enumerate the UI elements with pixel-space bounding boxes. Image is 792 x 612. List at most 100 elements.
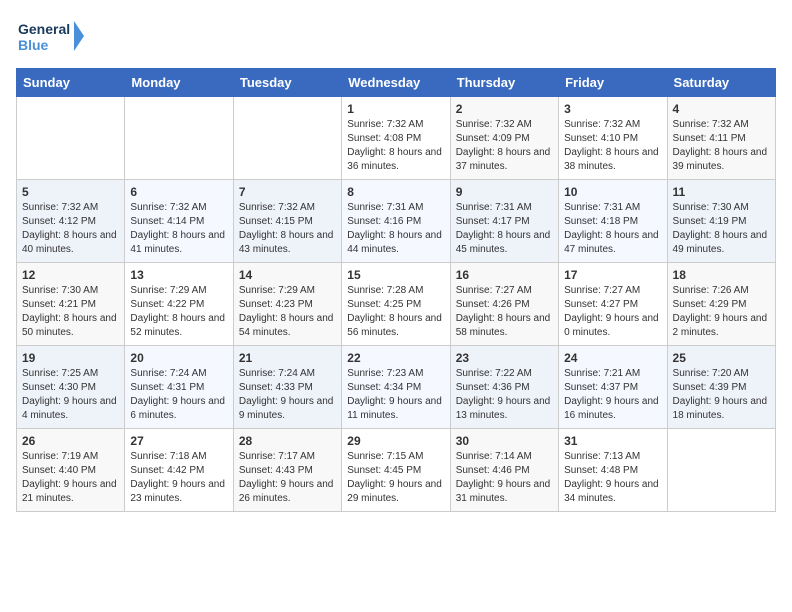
day-number: 31 (564, 434, 661, 448)
day-info: Sunrise: 7:32 AM Sunset: 4:14 PM Dayligh… (130, 201, 227, 257)
day-number: 20 (130, 351, 227, 365)
day-info: Sunrise: 7:30 AM Sunset: 4:21 PM Dayligh… (22, 284, 119, 340)
calendar-cell: 5 Sunrise: 7:32 AM Sunset: 4:12 PM Daylig… (17, 180, 125, 263)
calendar-cell: 24Sunrise: 7:21 AM Sunset: 4:37 PM Dayli… (559, 346, 667, 429)
calendar-cell: 1 Sunrise: 7:32 AM Sunset: 4:08 PM Daylig… (342, 97, 450, 180)
calendar-header: SundayMondayTuesdayWednesdayThursdayFrid… (17, 69, 776, 97)
day-info: Sunrise: 7:32 AM Sunset: 4:12 PM Dayligh… (22, 201, 119, 257)
calendar-cell: 26 Sunrise: 7:19 AM Sunset: 4:40 PM Dayli… (17, 429, 125, 512)
calendar-cell: 15 Sunrise: 7:28 AM Sunset: 4:25 PM Dayli… (342, 263, 450, 346)
calendar-cell: 16 Sunrise: 7:27 AM Sunset: 4:26 PM Dayli… (450, 263, 558, 346)
day-number: 15 (347, 268, 444, 282)
header-row: SundayMondayTuesdayWednesdayThursdayFrid… (17, 69, 776, 97)
calendar-cell (667, 429, 775, 512)
calendar-cell: 6Sunrise: 7:32 AM Sunset: 4:14 PM Daylig… (125, 180, 233, 263)
day-number: 21 (239, 351, 336, 365)
calendar-table: SundayMondayTuesdayWednesdayThursdayFrid… (16, 68, 776, 512)
day-info: Sunrise: 7:29 AM Sunset: 4:22 PM Dayligh… (130, 284, 227, 340)
page-header: GeneralBlue (16, 16, 776, 58)
calendar-cell: 2 Sunrise: 7:32 AM Sunset: 4:09 PM Daylig… (450, 97, 558, 180)
day-info: Sunrise: 7:27 AM Sunset: 4:26 PM Dayligh… (456, 284, 553, 340)
calendar-cell: 22 Sunrise: 7:23 AM Sunset: 4:34 PM Dayli… (342, 346, 450, 429)
calendar-body: 1 Sunrise: 7:32 AM Sunset: 4:08 PM Daylig… (17, 97, 776, 512)
day-number: 9 (456, 185, 553, 199)
calendar-cell: 11 Sunrise: 7:30 AM Sunset: 4:19 PM Dayli… (667, 180, 775, 263)
day-info: Sunrise: 7:24 AM Sunset: 4:33 PM Dayligh… (239, 367, 336, 423)
day-number: 24 (564, 351, 661, 365)
day-number: 1 (347, 102, 444, 116)
day-number: 8 (347, 185, 444, 199)
day-number: 13 (130, 268, 227, 282)
day-number: 29 (347, 434, 444, 448)
calendar-cell: 30 Sunrise: 7:14 AM Sunset: 4:46 PM Dayli… (450, 429, 558, 512)
day-number: 4 (673, 102, 770, 116)
day-info: Sunrise: 7:18 AM Sunset: 4:42 PM Dayligh… (130, 450, 227, 506)
day-info: Sunrise: 7:23 AM Sunset: 4:34 PM Dayligh… (347, 367, 444, 423)
day-number: 30 (456, 434, 553, 448)
day-number: 25 (673, 351, 770, 365)
day-number: 22 (347, 351, 444, 365)
day-number: 26 (22, 434, 119, 448)
day-number: 28 (239, 434, 336, 448)
day-number: 3 (564, 102, 661, 116)
week-row-1: 1 Sunrise: 7:32 AM Sunset: 4:08 PM Daylig… (17, 97, 776, 180)
day-number: 2 (456, 102, 553, 116)
calendar-cell (17, 97, 125, 180)
day-number: 16 (456, 268, 553, 282)
day-number: 14 (239, 268, 336, 282)
calendar-cell: 9 Sunrise: 7:31 AM Sunset: 4:17 PM Daylig… (450, 180, 558, 263)
day-info: Sunrise: 7:17 AM Sunset: 4:43 PM Dayligh… (239, 450, 336, 506)
svg-text:General: General (18, 21, 70, 37)
svg-text:Blue: Blue (18, 37, 49, 53)
calendar-cell: 19 Sunrise: 7:25 AM Sunset: 4:30 PM Dayli… (17, 346, 125, 429)
day-info: Sunrise: 7:31 AM Sunset: 4:17 PM Dayligh… (456, 201, 553, 257)
calendar-cell: 21 Sunrise: 7:24 AM Sunset: 4:33 PM Dayli… (233, 346, 341, 429)
day-header-thursday: Thursday (450, 69, 558, 97)
day-info: Sunrise: 7:13 AM Sunset: 4:48 PM Dayligh… (564, 450, 661, 506)
calendar-cell: 7Sunrise: 7:32 AM Sunset: 4:15 PM Daylig… (233, 180, 341, 263)
day-info: Sunrise: 7:30 AM Sunset: 4:19 PM Dayligh… (673, 201, 770, 257)
day-number: 27 (130, 434, 227, 448)
week-row-2: 5 Sunrise: 7:32 AM Sunset: 4:12 PM Daylig… (17, 180, 776, 263)
calendar-cell: 31 Sunrise: 7:13 AM Sunset: 4:48 PM Dayli… (559, 429, 667, 512)
calendar-cell: 27 Sunrise: 7:18 AM Sunset: 4:42 PM Dayli… (125, 429, 233, 512)
day-number: 19 (22, 351, 119, 365)
logo-svg: GeneralBlue (16, 16, 86, 58)
calendar-cell: 23Sunrise: 7:22 AM Sunset: 4:36 PM Dayli… (450, 346, 558, 429)
week-row-5: 26 Sunrise: 7:19 AM Sunset: 4:40 PM Dayli… (17, 429, 776, 512)
calendar-cell: 13 Sunrise: 7:29 AM Sunset: 4:22 PM Dayli… (125, 263, 233, 346)
day-header-saturday: Saturday (667, 69, 775, 97)
calendar-cell (125, 97, 233, 180)
day-number: 5 (22, 185, 119, 199)
day-info: Sunrise: 7:32 AM Sunset: 4:11 PM Dayligh… (673, 118, 770, 174)
day-number: 10 (564, 185, 661, 199)
day-info: Sunrise: 7:31 AM Sunset: 4:16 PM Dayligh… (347, 201, 444, 257)
day-number: 12 (22, 268, 119, 282)
day-info: Sunrise: 7:32 AM Sunset: 4:08 PM Dayligh… (347, 118, 444, 174)
day-info: Sunrise: 7:29 AM Sunset: 4:23 PM Dayligh… (239, 284, 336, 340)
logo: GeneralBlue (16, 16, 86, 58)
calendar-cell: 28 Sunrise: 7:17 AM Sunset: 4:43 PM Dayli… (233, 429, 341, 512)
day-info: Sunrise: 7:32 AM Sunset: 4:15 PM Dayligh… (239, 201, 336, 257)
day-header-sunday: Sunday (17, 69, 125, 97)
day-header-friday: Friday (559, 69, 667, 97)
day-info: Sunrise: 7:14 AM Sunset: 4:46 PM Dayligh… (456, 450, 553, 506)
day-info: Sunrise: 7:27 AM Sunset: 4:27 PM Dayligh… (564, 284, 661, 340)
day-info: Sunrise: 7:20 AM Sunset: 4:39 PM Dayligh… (673, 367, 770, 423)
day-header-monday: Monday (125, 69, 233, 97)
calendar-cell: 29 Sunrise: 7:15 AM Sunset: 4:45 PM Dayli… (342, 429, 450, 512)
calendar-cell: 8 Sunrise: 7:31 AM Sunset: 4:16 PM Daylig… (342, 180, 450, 263)
day-info: Sunrise: 7:15 AM Sunset: 4:45 PM Dayligh… (347, 450, 444, 506)
day-info: Sunrise: 7:25 AM Sunset: 4:30 PM Dayligh… (22, 367, 119, 423)
calendar-cell: 25 Sunrise: 7:20 AM Sunset: 4:39 PM Dayli… (667, 346, 775, 429)
day-info: Sunrise: 7:32 AM Sunset: 4:09 PM Dayligh… (456, 118, 553, 174)
day-info: Sunrise: 7:28 AM Sunset: 4:25 PM Dayligh… (347, 284, 444, 340)
day-info: Sunrise: 7:19 AM Sunset: 4:40 PM Dayligh… (22, 450, 119, 506)
day-number: 17 (564, 268, 661, 282)
week-row-3: 12 Sunrise: 7:30 AM Sunset: 4:21 PM Dayli… (17, 263, 776, 346)
day-number: 11 (673, 185, 770, 199)
calendar-cell: 20Sunrise: 7:24 AM Sunset: 4:31 PM Dayli… (125, 346, 233, 429)
calendar-cell: 14 Sunrise: 7:29 AM Sunset: 4:23 PM Dayli… (233, 263, 341, 346)
calendar-cell: 18Sunrise: 7:26 AM Sunset: 4:29 PM Dayli… (667, 263, 775, 346)
day-info: Sunrise: 7:31 AM Sunset: 4:18 PM Dayligh… (564, 201, 661, 257)
